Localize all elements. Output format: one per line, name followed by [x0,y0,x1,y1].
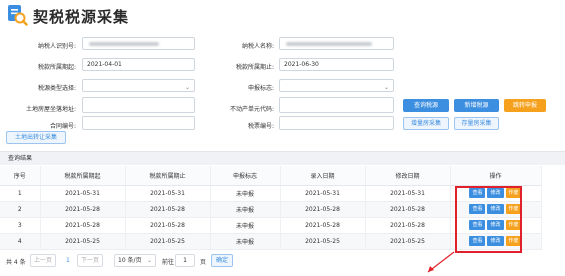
taxpayer-id-input[interactable] [82,37,195,50]
cell-entry-date: 2021-05-28 [280,217,366,234]
declare-flag-label: 申报标志: [247,85,274,92]
contract-no-input[interactable] [82,116,195,130]
column-header: 税款所属期止 [125,166,211,186]
cell-no: 4 [0,233,41,250]
cell-end: 2021-05-28 [125,217,211,234]
cell-no: 3 [0,217,41,234]
current-page[interactable]: 1 [66,257,70,264]
cell-modified-date: 2021-05-31 [365,185,451,202]
cell-start: 2021-05-28 [40,201,126,218]
column-header: 操作 [450,166,542,186]
cell-flag: 未申报 [210,201,281,218]
goto-page-input[interactable]: 1 [175,254,195,267]
cell-start: 2021-05-25 [40,233,126,250]
column-header: 序号 [0,166,41,186]
jump-declare-button[interactable]: 跳转申报 [504,99,546,112]
page-size-select[interactable]: 10 条/页 ⌄ [114,254,156,267]
taxpayer-id-label: 纳税人识别号: [37,43,76,50]
total-count: 共 4 条 [6,259,26,266]
column-header: 修改日期 [365,166,451,186]
pagination: 共 4 条 上一页 1 下一页 10 条/页 ⌄ 前往 1 页 确定 [0,254,565,268]
ticket-no-input[interactable] [279,116,394,130]
confirm-button[interactable]: 确定 [211,254,233,267]
prev-page-button[interactable]: 上一页 [30,254,56,267]
period-end-label: 税款所属期止: [235,64,274,71]
property-unit-code-input[interactable] [279,97,394,113]
cell-start: 2021-05-31 [40,185,126,202]
cell-flag: 未申报 [210,185,281,202]
redacted-value [89,42,159,46]
column-header: 申报标志 [210,166,281,186]
declare-flag-select[interactable]: ⌄ [279,79,394,92]
cell-end: 2021-05-28 [125,201,211,218]
period-start-input[interactable]: 2021-04-01 [82,58,195,71]
cell-flag: 未申报 [210,233,281,250]
ticket-no-label: 税票编号: [247,123,274,130]
cell-no: 1 [0,185,41,202]
cell-start: 2021-05-28 [40,217,126,234]
chevron-down-icon: ⌄ [383,84,389,91]
cell-modified-date: 2021-05-28 [365,217,451,234]
source-type-select[interactable]: ⌄ [82,79,195,92]
cell-entry-date: 2021-05-25 [280,233,366,250]
page-title: 契税税源采集 [33,8,130,26]
column-header: 税款所属期起 [40,166,126,186]
taxpayer-name-input[interactable] [279,37,394,50]
land-transfer-collect-button[interactable]: 土地出转让采集 [6,131,66,144]
property-unit-code-label: 不动产单元代码: [229,106,274,113]
source-type-label: 税源类型选择: [37,85,76,92]
cell-entry-date: 2021-05-28 [280,201,366,218]
results-title: 查询结果 [0,151,565,165]
search-document-icon [8,5,28,26]
cell-end: 2021-05-31 [125,185,211,202]
table-header-row: 序号 税款所属期起 税款所属期止 申报标志 录入日期 修改日期 操作 [0,166,542,186]
cell-modified-date: 2021-05-28 [365,201,451,218]
land-address-input[interactable] [82,97,195,113]
query-source-button[interactable]: 查询税源 [403,99,449,112]
next-page-button[interactable]: 下一页 [77,254,103,267]
chevron-down-icon: ⌄ [184,84,190,91]
contract-no-label: 合同编号: [49,123,76,130]
cell-entry-date: 2021-05-31 [280,185,366,202]
cell-no: 2 [0,201,41,218]
column-header: 录入日期 [280,166,366,186]
existing-collect-button[interactable]: 存量房采集 [454,117,499,130]
add-source-button[interactable]: 新增税源 [454,99,499,112]
cell-flag: 未申报 [210,217,281,234]
actions-highlight-box [455,186,522,253]
taxpayer-name-label: 纳税人名称: [241,43,274,50]
period-end-input[interactable]: 2021-06-30 [279,58,394,71]
chevron-down-icon: ⌄ [146,257,152,264]
redacted-value [286,42,372,46]
page-header: 契税税源采集 [0,0,565,30]
land-address-label: 土地房屋坐落地址: [25,106,76,113]
goto-label: 前往 [162,259,175,266]
cell-modified-date: 2021-05-25 [365,233,451,250]
cell-end: 2021-05-25 [125,233,211,250]
page-unit-label: 页 [200,259,207,266]
incremental-collect-button[interactable]: 增量房采集 [403,117,449,130]
period-start-label: 税款所属期起: [37,64,76,71]
